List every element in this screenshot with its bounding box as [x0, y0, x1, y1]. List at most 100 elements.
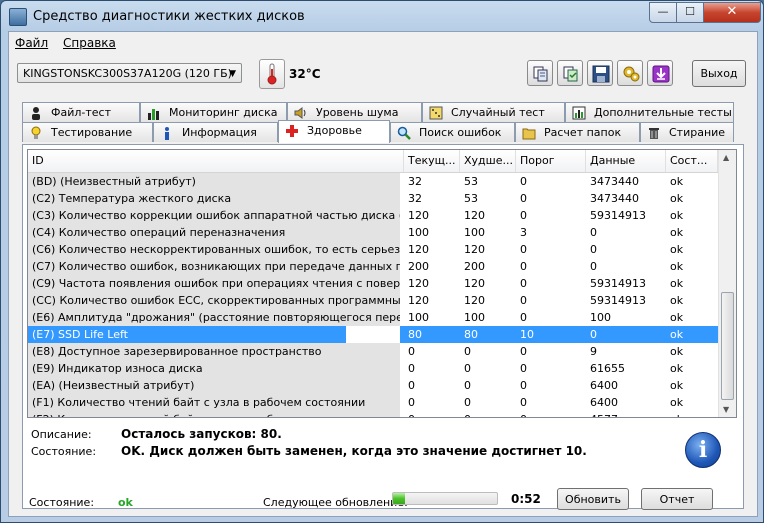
description-label: Описание:	[31, 428, 92, 441]
person-icon	[32, 107, 40, 120]
cell-worst: 53	[464, 192, 478, 205]
cell-data: 59314913	[590, 294, 646, 307]
column-header-worst[interactable]: Худше...	[460, 150, 516, 172]
cell-status: ok	[670, 396, 684, 409]
cell-worst: 53	[464, 175, 478, 188]
cell-threshold: 0	[520, 311, 527, 324]
column-header-current[interactable]: Текущ...	[404, 150, 460, 172]
cell-status: ok	[670, 226, 684, 239]
cell-data: 6400	[590, 396, 618, 409]
table-row[interactable]: (F2) Количество чтений байт с узла в раб…	[28, 411, 718, 417]
vertical-scrollbar[interactable]: ▲ ▼	[718, 150, 736, 417]
status-label: Состояние:	[29, 496, 95, 509]
disk-select[interactable]: KINGSTONSKC300S37A120G (120 ГБ) ▼	[17, 63, 242, 83]
window-title: Средство диагностики жестких дисков	[33, 9, 305, 24]
table-row[interactable]: (E9) Индикатор износа диска 0 0 0 61655 ok	[28, 360, 718, 377]
menu-file[interactable]: Файл	[15, 36, 48, 50]
tab-random-test[interactable]: Случайный тест	[422, 102, 565, 122]
download-button[interactable]	[647, 60, 673, 86]
tab-error-search[interactable]: Поиск ошибок	[390, 122, 515, 142]
cell-status: ok	[670, 345, 684, 358]
scroll-down-icon[interactable]: ▼	[723, 405, 729, 414]
folder-icon	[522, 128, 536, 140]
tab-testing[interactable]: Тестирование	[22, 122, 153, 142]
cell-current: 80	[408, 328, 422, 341]
table-row[interactable]: (C7) Количество ошибок, возникающих при …	[28, 258, 718, 275]
save-button[interactable]	[587, 60, 613, 86]
cell-status: ok	[670, 260, 684, 273]
tab-label: Здоровье	[307, 124, 362, 137]
cell-current: 200	[408, 260, 429, 273]
tab-extra-tests[interactable]: Дополнительные тесты	[565, 102, 734, 122]
refresh-button[interactable]: Обновить	[557, 488, 629, 510]
cell-current: 100	[408, 226, 429, 239]
table-row[interactable]: (CC) Количество ошибок ECC, скорректиров…	[28, 292, 718, 309]
tab-noise-level[interactable]: Уровень шума	[287, 102, 422, 122]
cell-worst: 120	[464, 209, 485, 222]
table-row[interactable]: (C4) Количество операций переназначения 1…	[28, 224, 718, 241]
cell-id: (E9) Индикатор износа диска	[28, 360, 400, 377]
minimize-button[interactable]: —	[649, 2, 677, 23]
tab-information[interactable]: Информация	[153, 122, 278, 142]
cell-status: ok	[670, 243, 684, 256]
close-button[interactable]: ✕	[703, 2, 761, 23]
cell-worst: 0	[464, 345, 471, 358]
chart-icon	[572, 106, 586, 120]
cell-status: ok	[670, 311, 684, 324]
tab-label: Расчет папок	[544, 126, 622, 139]
menu-help[interactable]: Справка	[63, 36, 116, 50]
tab-label: Файл-тест	[51, 106, 111, 119]
tab-label: Информация	[182, 126, 257, 139]
table-row[interactable]: (C9) Частота появления ошибок при операц…	[28, 275, 718, 292]
scroll-up-icon[interactable]: ▲	[723, 153, 729, 162]
table-row[interactable]: (E6) Амплитуда "дрожания" (расстояние по…	[28, 309, 718, 326]
tab-disk-monitoring[interactable]: Мониторинг диска	[140, 102, 287, 122]
copy-all-button[interactable]	[557, 60, 583, 86]
copy-button[interactable]	[527, 60, 553, 86]
cell-id: (C4) Количество операций переназначения	[28, 224, 400, 241]
copy-icon	[533, 66, 548, 82]
cell-id: (BD) (Неизвестный атрибут)	[28, 173, 400, 190]
column-header-status[interactable]: Сост...	[666, 150, 718, 172]
cell-data: 0	[590, 260, 597, 273]
exit-button[interactable]: Выход	[692, 60, 746, 87]
report-button[interactable]: Отчет	[641, 488, 713, 510]
cell-threshold: 0	[520, 175, 527, 188]
cell-id: (F2) Количество чтений байт с узла в раб…	[28, 411, 400, 417]
tab-label: Тестирование	[51, 126, 133, 139]
table-row[interactable]: (C3) Количество коррекции ошибок аппарат…	[28, 207, 718, 224]
maximize-button[interactable]: ☐	[676, 2, 704, 23]
tab-file-test[interactable]: Файл-тест	[22, 102, 140, 122]
table-row[interactable]: (C6) Количество нескорректированных ошиб…	[28, 241, 718, 258]
trash-icon	[649, 128, 659, 139]
smart-table[interactable]: ID Текущ... Худше... Порог Данные Сост..…	[27, 149, 737, 418]
cell-threshold: 0	[516, 411, 586, 417]
column-header-data[interactable]: Данные	[586, 150, 666, 172]
tab-erase[interactable]: Стирание	[640, 122, 734, 142]
cell-current: 120	[408, 243, 429, 256]
cell-worst: 0	[464, 396, 471, 409]
cell-worst: 100	[464, 311, 485, 324]
table-row[interactable]: (BD) (Неизвестный атрибут) 32 53 0 3473440 ok	[28, 173, 718, 190]
cell-status: ok	[670, 277, 684, 290]
table-row[interactable]: (E7) SSD Life Left 80 80 10 0 ok	[28, 326, 718, 343]
tab-health[interactable]: Здоровье	[278, 120, 390, 143]
cell-data: 9	[590, 345, 597, 358]
scrollbar-thumb[interactable]	[721, 292, 734, 400]
cell-status: ok	[670, 209, 684, 222]
next-update-label: Следующее обновление:	[263, 496, 408, 509]
table-row[interactable]: (C2) Температура жесткого диска 32 53 0 3473…	[28, 190, 718, 207]
column-header-id[interactable]: ID	[28, 150, 404, 172]
table-row[interactable]: (EA) (Неизвестный атрибут) 0 0 0 6400 ok	[28, 377, 718, 394]
column-header-threshold[interactable]: Порог	[516, 150, 586, 172]
settings-button[interactable]	[617, 60, 643, 86]
table-row[interactable]: (F1) Количество чтений байт с узла в раб…	[28, 394, 718, 411]
state-label: Состояние:	[31, 445, 97, 458]
cell-id: (C3) Количество коррекции ошибок аппарат…	[28, 207, 400, 224]
table-row[interactable]: (E8) Доступное зарезервированное простра…	[28, 343, 718, 360]
cell-id: (C7) Количество ошибок, возникающих при …	[28, 258, 400, 275]
title-bar[interactable]: Средство диагностики жестких дисков — ☐ …	[1, 1, 763, 31]
cell-id: (C2) Температура жесткого диска	[28, 190, 400, 207]
tab-folder-calc[interactable]: Расчет папок	[515, 122, 640, 142]
cell-threshold: 0	[520, 396, 527, 409]
